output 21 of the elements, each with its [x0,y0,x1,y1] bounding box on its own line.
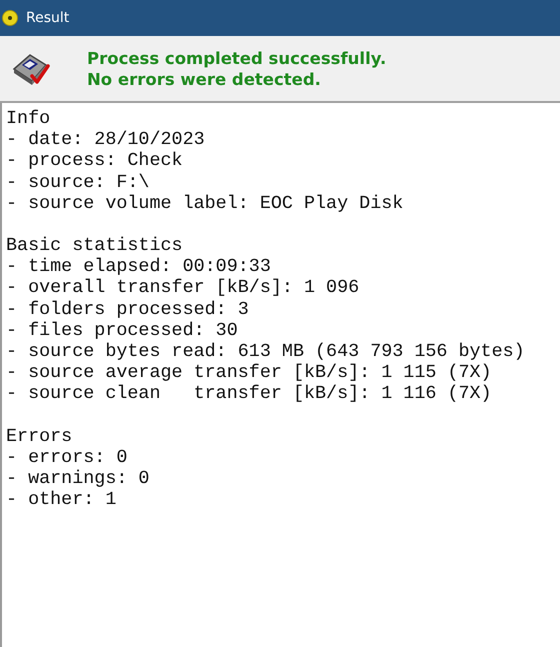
status-message: No errors were detected. [87,68,322,90]
log-line: - source average transfer [kB/s]: 1 115 (7X) [6,362,493,384]
section-heading: Errors [6,426,74,447]
section-heading: Info [6,108,52,130]
log-line: - source bytes read: 613 MB (643 793 156 bytes) [6,341,526,362]
log-line: - warnings: 0 [6,468,150,490]
log-line: - errors: 0 [6,446,128,468]
log-line: - source: F:\ [6,172,150,193]
log-line: - other: 1 [6,489,118,510]
status-message: Process completed successfully. [87,48,386,68]
log-line: - process: Check [6,150,184,172]
disc-icon [2,10,18,26]
log-line: - time elapsed: 00:09:33 [6,256,272,278]
section-heading: Basic statistics [6,235,184,256]
log-line: - files processed: 30 [6,320,239,342]
log-line: - date: 28/10/2023 [6,129,206,150]
log-line: - folders processed: 3 [6,298,250,320]
window-title: Result [26,10,70,26]
log-line: - source clean transfer [kB/s]: 1 116 (7X) [6,383,493,405]
log-line: - overall transfer [kB/s]: 1 096 [6,277,360,299]
log-line: - source volume label: EOC Play Disk [6,192,404,214]
